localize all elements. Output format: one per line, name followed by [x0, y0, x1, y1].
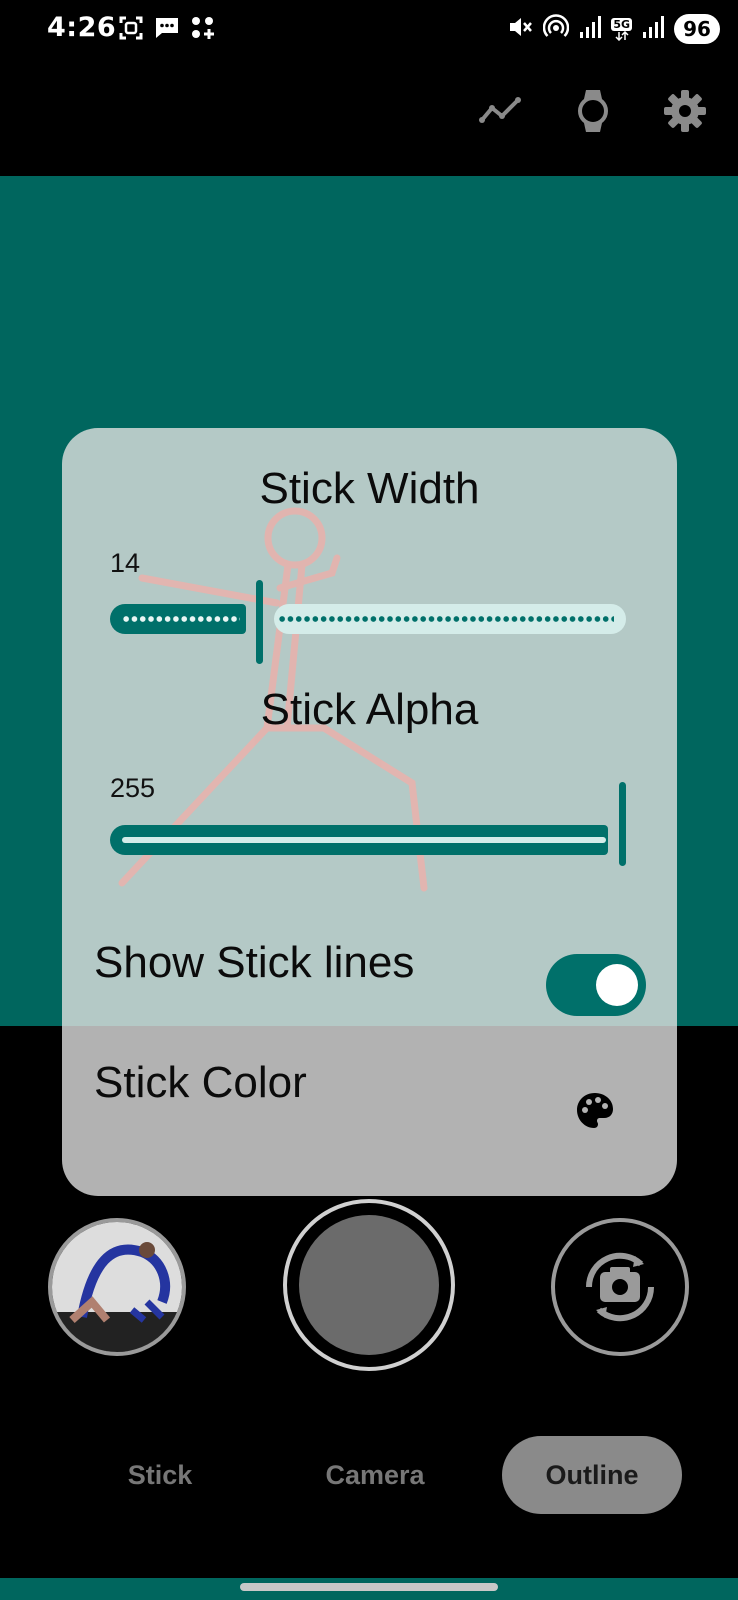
status-bar: 4:26 5G 96 [0, 0, 738, 60]
message-icon [154, 15, 180, 45]
gallery-thumbnail [52, 1222, 182, 1352]
signal-icon [579, 15, 602, 43]
chart-line-icon[interactable] [478, 88, 524, 134]
stick-width-inactive-ticks [278, 616, 614, 622]
stick-color-label: Stick Color [94, 1058, 307, 1107]
top-actions [478, 88, 708, 134]
toggle-knob [596, 964, 638, 1006]
hotspot-icon [543, 14, 570, 44]
watch-icon[interactable] [570, 88, 616, 134]
app-screen: 4:26 5G 96 Stick Width 14 Stick Alpha 25… [0, 0, 738, 1600]
stick-width-slider[interactable] [110, 580, 626, 664]
show-stick-lines-label: Show Stick lines [94, 938, 415, 987]
app-icon [190, 15, 216, 45]
signal-5g-icon: 5G [611, 17, 632, 41]
status-left-icons [118, 15, 216, 45]
battery-indicator: 96 [674, 14, 720, 44]
gear-icon[interactable] [662, 88, 708, 134]
home-indicator[interactable] [240, 1583, 498, 1591]
stick-width-active-ticks [122, 616, 240, 622]
stick-alpha-value: 255 [110, 773, 156, 803]
camera-flip-icon [585, 1252, 655, 1322]
status-right-icons: 5G 96 [507, 14, 720, 44]
mute-icon [507, 14, 533, 44]
stick-settings-panel: Stick Width 14 Stick Alpha 255 Show Stic… [62, 428, 677, 1196]
stick-width-thumb[interactable] [256, 580, 263, 664]
network-badge: 5G [611, 17, 632, 31]
palette-icon[interactable] [572, 1088, 618, 1134]
show-stick-lines-toggle[interactable] [546, 954, 646, 1016]
camera-flip-button[interactable] [551, 1218, 689, 1356]
stick-alpha-track-highlight [122, 837, 606, 843]
stick-width-title: Stick Width [259, 464, 480, 513]
stick-alpha-slider[interactable] [110, 782, 626, 866]
stick-alpha-thumb[interactable] [619, 782, 626, 866]
screenshot-icon [118, 15, 144, 45]
shutter-button[interactable] [283, 1199, 455, 1371]
tab-outline[interactable]: Outline [502, 1436, 682, 1514]
gallery-thumbnail-button[interactable] [48, 1218, 186, 1356]
signal-icon [642, 15, 664, 43]
tab-stick[interactable]: Stick [90, 1436, 230, 1514]
stick-width-value: 14 [110, 548, 141, 578]
stick-alpha-title: Stick Alpha [260, 685, 479, 734]
mode-tabs: Stick Camera Outline [0, 1436, 738, 1514]
status-time: 4:26 [47, 12, 117, 43]
tab-camera[interactable]: Camera [295, 1436, 455, 1514]
shutter-inner [299, 1215, 439, 1355]
